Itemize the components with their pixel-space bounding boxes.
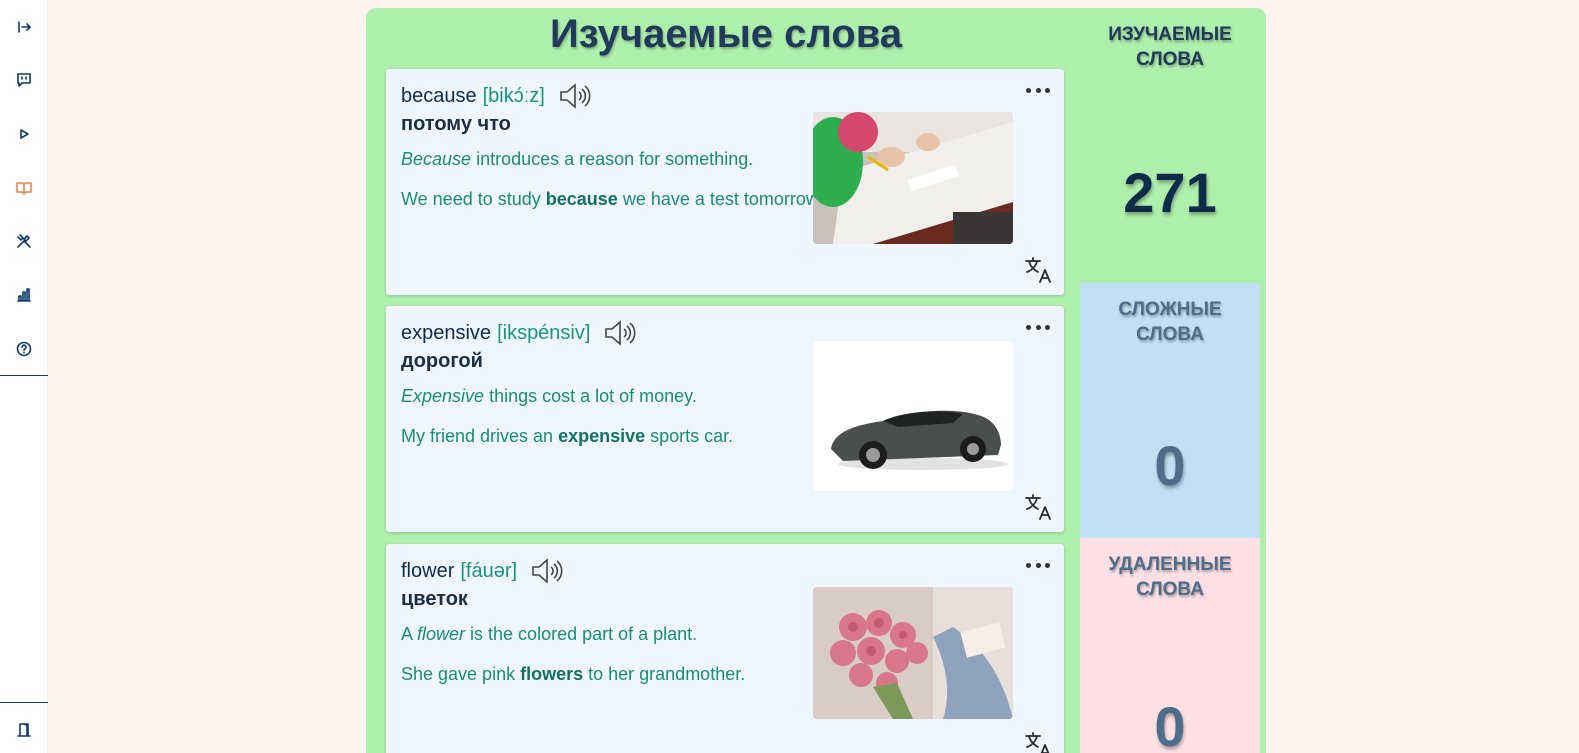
card-image bbox=[813, 587, 1013, 719]
card-transcription: [fáuər] bbox=[460, 559, 518, 582]
translate-icon bbox=[1025, 732, 1050, 753]
sidebar-item-words[interactable] bbox=[12, 176, 36, 200]
card-translation: дорогой bbox=[401, 350, 483, 372]
card-definition: Because introduces a reason for somethin… bbox=[401, 149, 754, 169]
card-transcription: [ikspénsiv] bbox=[497, 321, 591, 344]
play-sound-button[interactable] bbox=[604, 319, 636, 347]
play-icon bbox=[20, 129, 29, 139]
stat-value: 271 bbox=[1123, 161, 1217, 224]
page-title: Изучаемые слова bbox=[549, 12, 903, 56]
stat-label: СЛОЖНЫЕ СЛОВА bbox=[1118, 299, 1222, 345]
stat-learning[interactable]: ИЗУЧАЕМЫЕ СЛОВА 271 bbox=[1080, 8, 1260, 283]
chart-icon bbox=[17, 288, 31, 302]
chat-icon bbox=[17, 73, 31, 87]
sidebar-divider bbox=[0, 702, 48, 703]
card-definition: A flower is the colored part of a plant. bbox=[401, 624, 698, 644]
sidebar-item-chat[interactable] bbox=[12, 68, 36, 92]
card-definition: Expensive things cost a lot of money. bbox=[401, 386, 697, 406]
translate-button[interactable] bbox=[1024, 492, 1054, 522]
card-translation: потому что bbox=[401, 113, 511, 135]
card-example: We need to study because we have a test … bbox=[401, 189, 823, 209]
card-word: because bbox=[401, 84, 477, 107]
stat-label: УДАЛЕННЫЕ СЛОВА bbox=[1108, 554, 1232, 600]
stat-difficult[interactable]: СЛОЖНЫЕ СЛОВА 0 bbox=[1080, 283, 1260, 538]
sidebar-item-help[interactable] bbox=[12, 337, 36, 361]
card-word: expensive bbox=[401, 321, 492, 344]
translate-icon bbox=[1025, 494, 1051, 520]
book-icon bbox=[16, 182, 32, 195]
word-card: flower [fáuər] цветок A flower is the co… bbox=[386, 544, 1064, 753]
exit-door-icon bbox=[17, 723, 31, 737]
sidebar-logout-button[interactable] bbox=[12, 718, 36, 742]
sidebar-item-tools[interactable] bbox=[12, 229, 36, 253]
speaker-icon bbox=[560, 83, 591, 109]
card-menu-button[interactable] bbox=[1026, 558, 1050, 572]
card-image bbox=[813, 112, 1013, 244]
word-card: expensive [ikspénsiv] дорогой Expensive … bbox=[386, 306, 1064, 532]
tools-icon bbox=[17, 234, 31, 248]
play-sound-button[interactable] bbox=[559, 82, 591, 110]
translate-button[interactable] bbox=[1024, 730, 1054, 753]
sidebar-divider bbox=[0, 375, 48, 376]
card-transcription: [bikɔ́ːz] bbox=[482, 84, 545, 107]
help-icon bbox=[16, 341, 32, 357]
word-card: because [bikɔ́ːz] потому что Because int… bbox=[386, 69, 1064, 295]
translate-button[interactable] bbox=[1024, 255, 1054, 285]
card-menu-button[interactable] bbox=[1026, 83, 1050, 97]
sidebar-expand-button[interactable] bbox=[12, 15, 36, 39]
sidebar-item-stats[interactable] bbox=[12, 283, 36, 307]
card-image bbox=[813, 341, 1013, 491]
sidebar-item-play[interactable] bbox=[12, 122, 36, 146]
card-translation: цветок bbox=[401, 588, 468, 610]
stat-value: 0 bbox=[1154, 434, 1186, 497]
card-example: My friend drives an expensive sports car… bbox=[401, 426, 734, 446]
translate-icon bbox=[1025, 257, 1051, 283]
card-menu-button[interactable] bbox=[1026, 320, 1050, 334]
stat-value: 0 bbox=[1154, 695, 1186, 753]
speaker-icon bbox=[605, 320, 636, 346]
words-panel: Изучаемые слова because [bikɔ́ːz] потому… bbox=[366, 8, 1266, 753]
stat-label: ИЗУЧАЕМЫЕ СЛОВА bbox=[1108, 24, 1232, 70]
card-example: She gave pink flowers to her grandmother… bbox=[401, 664, 746, 684]
stat-deleted[interactable]: УДАЛЕННЫЕ СЛОВА 0 bbox=[1080, 538, 1260, 753]
play-sound-button[interactable] bbox=[531, 557, 563, 585]
speaker-icon bbox=[532, 558, 563, 584]
card-word: flower bbox=[401, 559, 455, 582]
arrow-right-icon bbox=[18, 21, 31, 33]
sidebar bbox=[0, 0, 48, 753]
